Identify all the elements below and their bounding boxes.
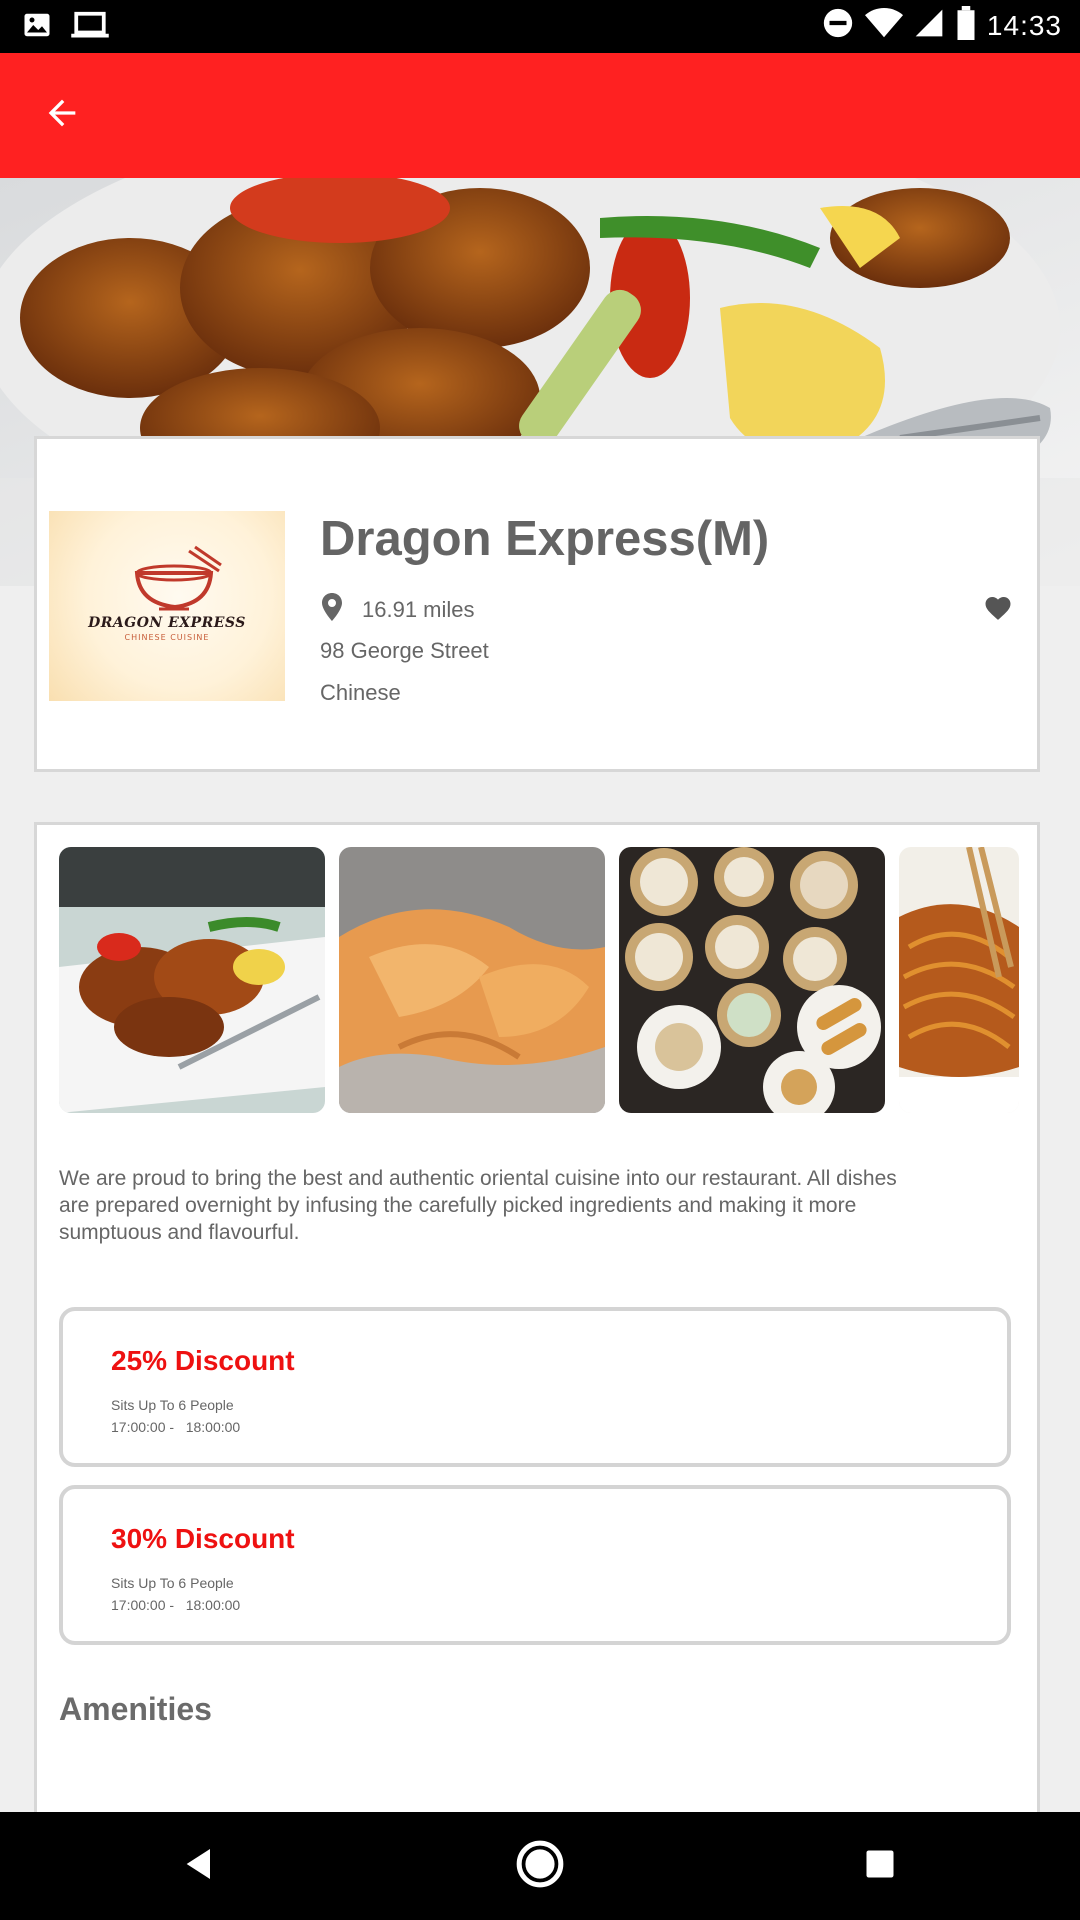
home-circle-icon: [515, 1839, 565, 1894]
photo-gallery[interactable]: [59, 847, 1019, 1115]
restaurant-name: Dragon Express(M): [320, 512, 770, 566]
heart-icon: [983, 597, 1013, 625]
nav-recents-button[interactable]: [850, 1836, 910, 1896]
distance-row: 16.91 miles: [320, 593, 475, 626]
restaurant-detail-card: We are proud to bring the best and authe…: [34, 822, 1040, 1920]
signal-icon: [913, 6, 945, 45]
favorite-button[interactable]: [983, 593, 1013, 623]
logo-text: DRAGON EXPRESS: [88, 615, 246, 631]
offer-seats: Sits Up To 6 People: [111, 1397, 234, 1413]
arrow-back-icon: [42, 93, 82, 138]
distance-text: 16.91 miles: [362, 596, 475, 622]
logo-subtext: CHINESE CUISINE: [124, 633, 210, 642]
gallery-photo-noodles-with-chopsticks[interactable]: [899, 847, 1019, 1113]
address-text: 98 George Street: [320, 638, 489, 663]
recents-square-icon: [862, 1846, 898, 1887]
offer-card[interactable]: 30% Discount Sits Up To 6 People 17:00:0…: [59, 1485, 1011, 1645]
gallery-photo-fried-wontons[interactable]: [339, 847, 605, 1113]
battery-icon: [955, 6, 977, 45]
navigation-bar: [0, 1812, 1080, 1920]
cuisine-text: Chinese: [320, 680, 401, 705]
do-not-disturb-icon: [821, 6, 855, 45]
restaurant-info-card: DRAGON EXPRESS CHINESE CUISINE Dragon Ex…: [34, 436, 1040, 772]
gallery-photo-dim-sum-table[interactable]: [619, 847, 885, 1113]
restaurant-logo: DRAGON EXPRESS CHINESE CUISINE: [49, 511, 285, 701]
wifi-icon: [864, 6, 903, 45]
laptop-icon: [70, 10, 110, 45]
offer-seats: Sits Up To 6 People: [111, 1575, 234, 1591]
location-pin-icon: [320, 593, 344, 626]
amenities-heading: Amenities: [59, 1691, 212, 1727]
offer-title: 30% Discount: [111, 1523, 295, 1554]
offer-time: 17:00:00 - 18:00:00: [111, 1419, 241, 1435]
status-bar: 14:33: [0, 0, 1080, 53]
nav-back-button[interactable]: [170, 1836, 230, 1896]
nav-home-button[interactable]: [510, 1836, 570, 1896]
restaurant-description: We are proud to bring the best and authe…: [59, 1167, 897, 1244]
offer-card[interactable]: 25% Discount Sits Up To 6 People 17:00:0…: [59, 1307, 1011, 1467]
gallery-photo-sweet-and-sour-pork[interactable]: [59, 847, 325, 1113]
image-icon: [22, 10, 52, 45]
offer-time: 17:00:00 - 18:00:00: [111, 1597, 241, 1613]
back-triangle-icon: [180, 1844, 220, 1889]
offer-title: 25% Discount: [111, 1345, 295, 1376]
clock: 14:33: [986, 9, 1062, 41]
back-button[interactable]: [30, 83, 94, 147]
app-bar: [0, 53, 1080, 178]
